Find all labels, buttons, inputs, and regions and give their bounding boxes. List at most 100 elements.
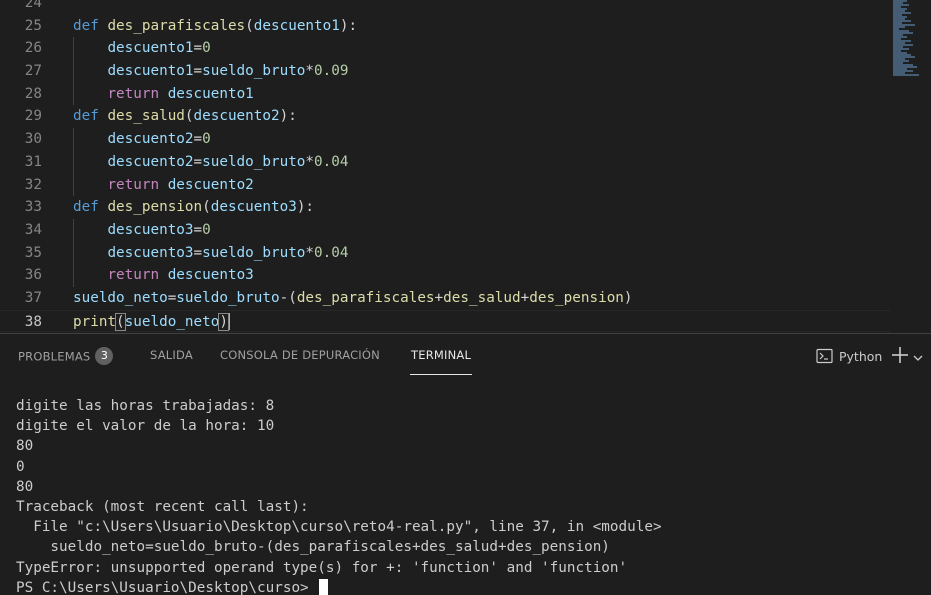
- code-line[interactable]: 25 def des_parafiscales(descuento1):: [0, 15, 890, 38]
- code-token: des_pension: [107, 199, 203, 216]
- code-token: (: [202, 199, 211, 216]
- tab-output-label: SALIDA: [150, 348, 193, 362]
- code-token: des_parafiscales: [107, 17, 246, 34]
- problems-count-badge: 3: [95, 347, 114, 365]
- code-token: des_salud: [107, 108, 185, 125]
- code-text: def des_salud(descuento2):: [73, 105, 297, 128]
- code-line[interactable]: 36 return descuento3: [0, 264, 890, 287]
- terminal-line: 80: [16, 438, 34, 455]
- code-token: descuento2: [167, 176, 254, 193]
- tab-debug-console-label: CONSOLA DE DEPURACIÓN: [220, 348, 380, 362]
- terminal-line: digite el valor de la hora: 10: [16, 418, 275, 435]
- indent-guide: [73, 37, 74, 106]
- code-text: descuento2=sueldo_bruto*0.04: [73, 151, 348, 174]
- code-token: ):: [279, 108, 297, 125]
- terminal-shell-label: Python: [839, 348, 883, 364]
- line-number: 28: [24, 85, 42, 102]
- text-cursor: [227, 313, 230, 331]
- terminal-shell-selector[interactable]: Python: [816, 346, 882, 366]
- code-token: descuento1: [167, 85, 254, 102]
- terminal-output[interactable]: digite las horas trabajadas: 8 digite el …: [16, 396, 926, 595]
- code-editor[interactable]: 24 25 def des_parafiscales(descuento1): 26 …: [0, 0, 931, 333]
- line-number: 32: [24, 176, 42, 193]
- code-token: des_parafiscales: [296, 289, 435, 306]
- code-text: descuento1=sueldo_bruto*0.09: [73, 60, 348, 83]
- code-token: ):: [296, 199, 315, 216]
- code-token: descuento1: [107, 63, 194, 80]
- code-token: def: [73, 108, 99, 125]
- code-line[interactable]: 28 return descuento1: [0, 83, 890, 106]
- code-lines[interactable]: 24 25 def des_parafiscales(descuento1): 26 …: [0, 0, 890, 333]
- code-text: print(sueldo_neto): [73, 311, 230, 333]
- code-line[interactable]: 24: [0, 0, 890, 15]
- chevron-down-icon: [913, 355, 923, 361]
- code-token: (: [184, 108, 194, 125]
- line-number: 38: [24, 313, 42, 330]
- code-token: +: [520, 289, 530, 306]
- code-token: sueldo_bruto: [202, 153, 306, 170]
- code-text: def des_pension(descuento3):: [73, 196, 314, 219]
- line-number: 29: [24, 108, 42, 125]
- code-line[interactable]: 35 descuento3=sueldo_bruto*0.04: [0, 242, 890, 265]
- terminal-prompt-line[interactable]: PS C:\Users\Usuario\Desktop\curso>: [16, 578, 926, 595]
- code-token: *: [305, 153, 315, 170]
- line-number: 26: [24, 40, 42, 57]
- code-token: des_salud: [443, 289, 521, 306]
- minimap[interactable]: [891, 0, 925, 80]
- code-token: descuento2: [193, 108, 280, 125]
- tab-problems[interactable]: PROBLEMAS 3: [18, 347, 114, 366]
- tab-terminal[interactable]: TERMINAL: [409, 348, 473, 375]
- code-token: sueldo_neto: [73, 289, 168, 306]
- code-line[interactable]: 34 descuento3=0: [0, 219, 890, 242]
- code-line[interactable]: 32 return descuento2: [0, 174, 890, 197]
- terminal-launch-profile-button[interactable]: [912, 349, 924, 361]
- code-token: descuento2: [107, 153, 194, 170]
- bottom-panel: PROBLEMAS 3 SALIDA CONSOLA DE DEPURACIÓN …: [0, 333, 931, 595]
- code-token: sueldo_bruto: [176, 289, 280, 306]
- terminal-line: digite las horas trabajadas: 8: [16, 398, 275, 414]
- code-line[interactable]: 27 descuento1=sueldo_bruto*0.09: [0, 60, 890, 83]
- code-line[interactable]: 37 sueldo_neto=sueldo_bruto-(des_parafisc…: [0, 287, 890, 310]
- code-line[interactable]: 29 def des_salud(descuento2):: [0, 105, 890, 128]
- code-token: =: [193, 244, 203, 261]
- code-line[interactable]: 31 descuento2=sueldo_bruto*0.04: [0, 151, 890, 174]
- tab-debug-console[interactable]: CONSOLA DE DEPURACIÓN: [220, 348, 380, 362]
- terminal-line: 0: [16, 458, 25, 475]
- code-text: descuento3=sueldo_bruto*0.04: [73, 242, 348, 265]
- code-token: descuento1: [107, 40, 194, 57]
- code-token: 0.04: [314, 153, 349, 170]
- matched-bracket: (: [115, 312, 126, 331]
- code-token: ):: [339, 17, 358, 34]
- tab-output[interactable]: SALIDA: [150, 348, 193, 362]
- line-number: 36: [24, 267, 42, 284]
- code-line[interactable]: 38 print(sueldo_neto): [0, 309, 890, 333]
- code-token: def: [73, 199, 99, 216]
- code-text: descuento3=0: [73, 219, 210, 242]
- code-token: return: [107, 267, 160, 284]
- line-number: 25: [24, 17, 42, 34]
- new-terminal-button[interactable]: [890, 345, 910, 365]
- code-line[interactable]: 30 descuento2=0: [0, 128, 890, 151]
- terminal-icon: [816, 348, 833, 364]
- code-token: des_pension: [529, 289, 624, 306]
- code-token: sueldo_bruto: [202, 63, 306, 80]
- code-token: descuento3: [167, 267, 254, 284]
- code-token: descuento3: [210, 199, 297, 216]
- code-line[interactable]: 26 descuento1=0: [0, 37, 890, 60]
- code-text: sueldo_neto=sueldo_bruto-(des_parafiscal…: [73, 287, 633, 310]
- terminal-line: Traceback (most recent call last):: [16, 498, 309, 515]
- code-line[interactable]: 33 def des_pension(descuento3):: [0, 196, 890, 219]
- code-token: =: [193, 40, 203, 57]
- code-token: =: [193, 153, 203, 170]
- code-token: =: [193, 131, 203, 148]
- code-token: ): [623, 289, 633, 306]
